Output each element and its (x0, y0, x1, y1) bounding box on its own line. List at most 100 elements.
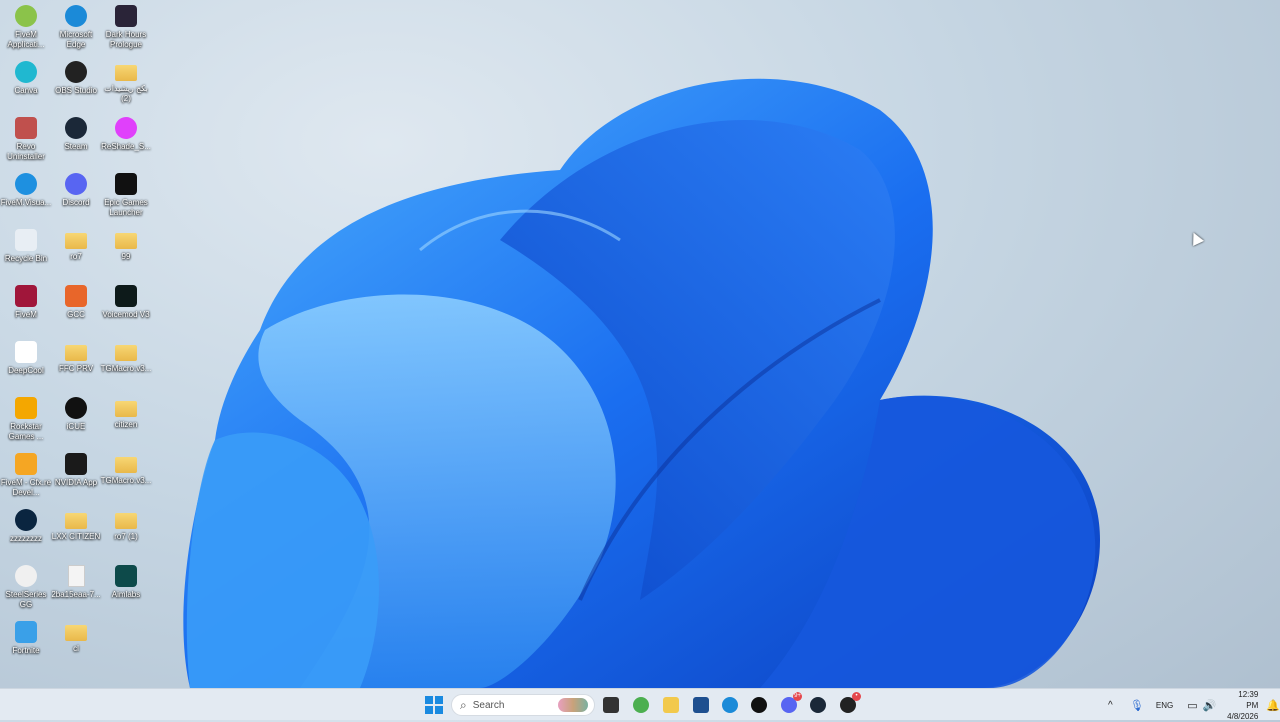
desktop-icon-label: cl (73, 644, 79, 653)
desktop-icon[interactable]: iCUE (50, 397, 102, 432)
desktop-icon[interactable]: Rockstar Games ... (0, 397, 52, 442)
desktop-icon[interactable]: TGMacro.v3... (100, 341, 152, 374)
desktop-icon-label: Voicemod V3 (102, 310, 150, 319)
app-icon (15, 341, 37, 363)
desktop-icon[interactable]: ro7 (1) (100, 509, 152, 542)
language-indicator[interactable]: ENG (1156, 701, 1173, 710)
app-icon (65, 117, 87, 139)
desktop-icon[interactable]: Dark Hours Prologue (100, 5, 152, 50)
desktop-icon[interactable]: Epic Games Launcher (100, 173, 152, 218)
taskbar-chrome-button[interactable] (631, 695, 651, 715)
taskbar-tiktok-button[interactable] (749, 695, 769, 715)
clock[interactable]: 12:39 PM 4/8/2026 (1224, 689, 1258, 722)
notification-bell-icon[interactable]: 🔔 (1266, 699, 1280, 712)
desktop-icon-label: FFC PRV (58, 364, 94, 373)
desktop-icon[interactable]: Canva (0, 61, 52, 96)
desktop-icon[interactable]: TGMacro.v3... (100, 453, 152, 486)
desktop-icon-label: Revo Uninstaller (7, 142, 45, 161)
microphone-icon[interactable]: 🎙 (1130, 699, 1144, 712)
desktop-icon-label: Aimlabs (111, 590, 141, 599)
app-icon (15, 117, 37, 139)
app-icon (115, 117, 137, 139)
taskbar-microsoft-store-button[interactable] (691, 695, 711, 715)
search-highlight-image (558, 698, 588, 712)
desktop-icon-label: ro7 (1) (114, 532, 138, 541)
desktop-icon[interactable]: SteelSeries GG (0, 565, 52, 610)
desktop-icon-label: SteelSeries GG (5, 590, 47, 609)
desktop-icon-label: LXX CITIZEN (51, 532, 101, 541)
app-icon (15, 397, 37, 419)
desktop-icon-label: Steam (64, 142, 88, 151)
folder-icon (115, 345, 137, 361)
notification-badge: • (852, 692, 861, 701)
desktop-icon[interactable]: ro7 (50, 229, 102, 262)
folder-icon (115, 457, 137, 473)
windows-icon (425, 696, 443, 714)
search-placeholder: Search (472, 699, 505, 711)
app-icon (15, 5, 37, 27)
desktop-icon-label: FiveM Applicati... (7, 30, 45, 49)
desktop-icon-label: iCUE (66, 422, 86, 431)
volume-icon[interactable]: 🔊 (1203, 699, 1217, 712)
desktop-icon[interactable]: 2ba15eaa-7... (50, 565, 102, 600)
search-icon: ⌕ (460, 697, 467, 712)
folder-icon (115, 401, 137, 417)
desktop-icon[interactable]: Aimlabs (100, 565, 152, 600)
show-hidden-icons-button[interactable]: ^ (1108, 700, 1122, 711)
desktop-icon[interactable]: FFC PRV (50, 341, 102, 374)
desktop-icon-label: NVIDIA App (54, 478, 98, 487)
desktop-icon-label: Fortnite (12, 646, 40, 655)
desktop-icon-label: ro7 (70, 252, 82, 261)
folder-icon (65, 233, 87, 249)
taskbar-task-view-button[interactable] (601, 695, 621, 715)
desktop-icon[interactable]: cl (50, 621, 102, 654)
taskbar-edge-button[interactable] (720, 695, 740, 715)
network-icon[interactable]: ▭ (1187, 699, 1197, 712)
desktop-icon[interactable]: FiveM Applicati... (0, 5, 52, 50)
desktop-icon[interactable]: DeepCool (0, 341, 52, 376)
desktop-icon[interactable]: بكج ريشيدات (2) (100, 61, 152, 104)
desktop-icon-label: citizen (114, 420, 138, 429)
desktop-icon[interactable]: zzzzzzzz (0, 509, 52, 544)
taskbar-file-explorer-button[interactable] (661, 695, 681, 715)
desktop-icon[interactable]: Voicemod V3 (100, 285, 152, 320)
folder-icon (115, 65, 137, 81)
desktop-icon[interactable]: GCC (50, 285, 102, 320)
desktop-icon[interactable]: citizen (100, 397, 152, 430)
app-icon (65, 61, 87, 83)
folder-icon (65, 625, 87, 641)
desktop-icon[interactable]: Fortnite (0, 621, 52, 656)
desktop-icon-label: Discord (62, 198, 90, 207)
desktop-icon[interactable]: NVIDIA App (50, 453, 102, 488)
desktop-icon-label: zzzzzzzz (10, 534, 42, 543)
app-icon (65, 5, 87, 27)
notification-badge: 9+ (793, 692, 802, 701)
desktop-icon[interactable]: ReShade_S... (100, 117, 152, 152)
start-button[interactable] (424, 695, 444, 715)
desktop-icon[interactable]: OBS Studio (50, 61, 102, 96)
app-icon (15, 509, 37, 531)
app-icon (15, 565, 37, 587)
desktop-icon[interactable]: 99 (100, 229, 152, 262)
taskbar-obs-button[interactable]: • (838, 692, 861, 715)
desktop-icon[interactable]: Microsoft Edge (50, 5, 102, 50)
desktop-icon[interactable]: FiveM.Visua... (0, 173, 52, 208)
clock-time: 12:39 PM (1238, 689, 1259, 710)
desktop-icon-label: 99 (121, 252, 131, 261)
search-box[interactable]: ⌕ Search (451, 694, 595, 716)
desktop-icon[interactable]: Discord (50, 173, 102, 208)
app-icon (65, 453, 87, 475)
desktop-icon[interactable]: FiveM - Cfx.re Devel... (0, 453, 52, 498)
desktop-icon[interactable]: Revo Uninstaller (0, 117, 52, 162)
app-icon (15, 621, 37, 643)
file-icon (67, 565, 85, 587)
desktop-icon[interactable]: Steam (50, 117, 102, 152)
app-icon (115, 285, 137, 307)
taskbar-discord-button[interactable]: 9+ (779, 692, 802, 715)
app-icon (65, 285, 87, 307)
app-icon (65, 173, 87, 195)
desktop-icon[interactable]: LXX CITIZEN (50, 509, 102, 542)
desktop-icon[interactable]: Recycle Bin (0, 229, 52, 264)
taskbar-steam-button[interactable] (808, 695, 828, 715)
desktop-icon[interactable]: FiveM (0, 285, 52, 320)
